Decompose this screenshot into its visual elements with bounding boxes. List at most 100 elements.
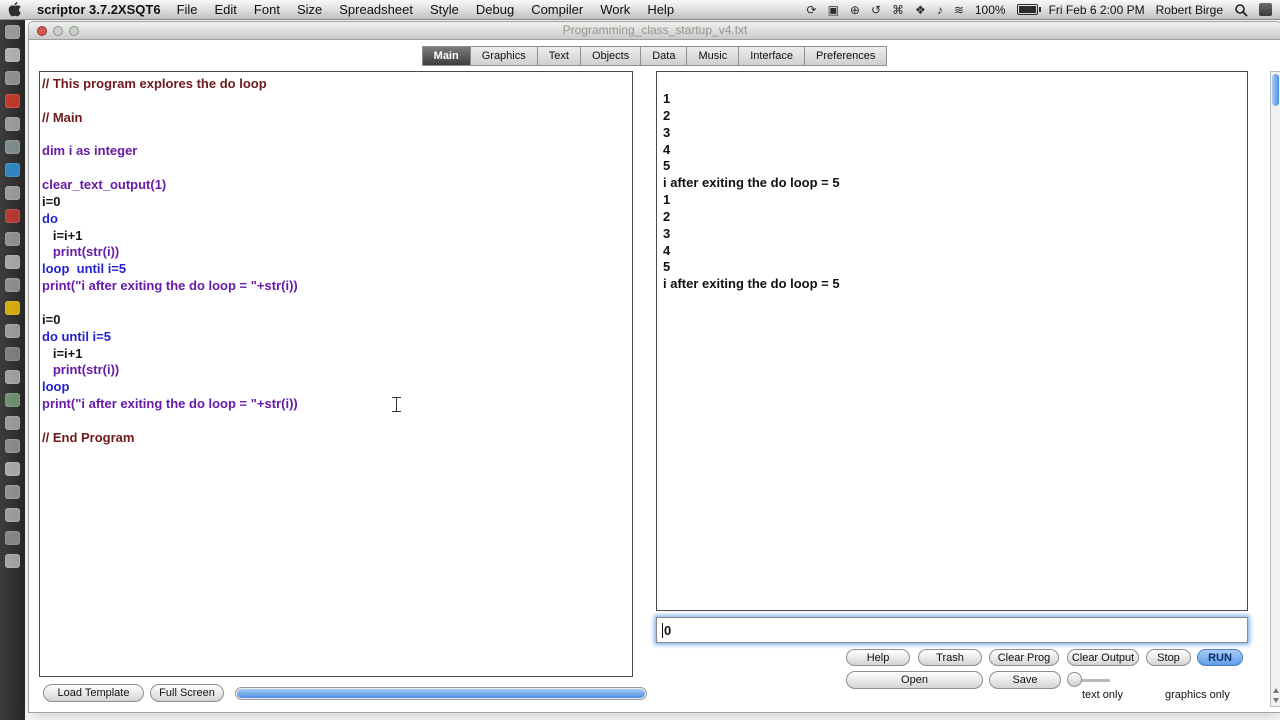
code-line: print(str(i)): [42, 244, 120, 260]
menubar-menus: File Edit Font Size Spreadsheet Style Debug Com…: [177, 2, 675, 17]
time-machine-icon[interactable]: ↺: [871, 0, 881, 20]
output-line: 2: [663, 107, 671, 123]
output-line: 2: [663, 208, 671, 224]
display-icon[interactable]: ▣: [828, 0, 839, 20]
tool-icon[interactable]: [5, 25, 20, 39]
code-editor[interactable]: // This program explores the do loop // M…: [39, 71, 633, 677]
tool-icon[interactable]: [5, 278, 20, 292]
tool-icon[interactable]: [5, 393, 20, 407]
menubar-menu[interactable]: Debug: [476, 2, 514, 17]
battery-icon[interactable]: [1016, 4, 1041, 15]
text-only-label: text only: [1082, 689, 1123, 701]
tool-icon[interactable]: [5, 554, 20, 568]
trash-button[interactable]: Trash: [918, 649, 982, 666]
tool-icon[interactable]: [5, 163, 20, 177]
close-window-button[interactable]: [37, 26, 47, 36]
apple-icon[interactable]: [8, 2, 21, 17]
help-button[interactable]: Help: [846, 649, 910, 666]
tab-graphics[interactable]: Graphics: [469, 46, 538, 66]
output-mode-slider-knob[interactable]: [1067, 672, 1082, 687]
mouse-text-cursor: [392, 397, 401, 412]
menu-bar: scriptor 3.7.2XSQT6 File Edit Font Size Spre…: [0, 0, 1280, 20]
minimize-window-button[interactable]: [53, 26, 63, 36]
tool-icon[interactable]: [5, 301, 20, 315]
clear-output-button[interactable]: Clear Output: [1067, 649, 1139, 666]
tool-icon[interactable]: [5, 347, 20, 361]
console-input[interactable]: 0: [656, 617, 1248, 643]
menubar-menu[interactable]: Compiler: [531, 2, 583, 17]
tool-icon[interactable]: [5, 232, 20, 246]
sync-icon[interactable]: ⟳: [807, 0, 817, 20]
tool-icon[interactable]: [5, 370, 20, 384]
app-menu-title[interactable]: scriptor 3.7.2XSQT6: [37, 2, 161, 17]
console-input-value: 0: [664, 622, 672, 638]
menubar-menu[interactable]: Work: [600, 2, 630, 17]
tool-icon[interactable]: [5, 140, 20, 154]
scroll-up-arrow[interactable]: [1271, 686, 1280, 695]
tab-objects[interactable]: Objects: [579, 46, 642, 66]
keyboard-icon[interactable]: ⌘: [892, 0, 904, 20]
battery-percent[interactable]: 100%: [975, 3, 1006, 17]
tool-icon[interactable]: [5, 48, 20, 62]
tool-icon[interactable]: [5, 508, 20, 522]
horizontal-scrollbar[interactable]: [235, 687, 647, 700]
open-button[interactable]: Open: [846, 671, 983, 689]
menubar-menu[interactable]: Style: [430, 2, 459, 17]
menubar-status-icons: ⟳ ▣ ⊕ ↺ ⌘ ❖ ♪ ≋: [807, 0, 964, 20]
volume-icon[interactable]: ♪: [937, 0, 943, 20]
tab-data[interactable]: Data: [640, 46, 688, 66]
app-window: Programming_class_startup_v4.txt Main Gra…: [28, 21, 1280, 713]
tab-preferences[interactable]: Preferences: [804, 46, 888, 66]
menubar-menu[interactable]: Edit: [215, 2, 237, 17]
tool-icon[interactable]: [5, 462, 20, 476]
tab-text[interactable]: Text: [536, 46, 581, 66]
tab-main[interactable]: Main: [421, 46, 471, 66]
load-template-button[interactable]: Load Template: [43, 684, 144, 702]
tab-interface[interactable]: Interface: [738, 46, 806, 66]
zoom-window-button[interactable]: [69, 26, 79, 36]
menu-extras-icon[interactable]: [1259, 3, 1272, 16]
menubar-menu[interactable]: Spreadsheet: [339, 2, 413, 17]
tool-strip: [0, 20, 25, 720]
output-line: 3: [663, 225, 671, 241]
output-line: 4: [663, 242, 671, 258]
menubar-user[interactable]: Robert Birge: [1156, 3, 1223, 17]
vertical-scrollbar-thumb[interactable]: [1272, 74, 1279, 106]
save-button[interactable]: Save: [989, 671, 1061, 689]
tool-icon[interactable]: [5, 439, 20, 453]
output-line: 5: [663, 259, 671, 275]
tool-icon[interactable]: [5, 416, 20, 430]
tool-icon[interactable]: [5, 94, 20, 108]
full-screen-button[interactable]: Full Screen: [150, 684, 224, 702]
scroll-down-arrow[interactable]: [1271, 696, 1280, 705]
network-globe-icon[interactable]: ⊕: [850, 0, 860, 20]
menubar-menu[interactable]: File: [177, 2, 198, 17]
menubar-clock[interactable]: Fri Feb 6 2:00 PM: [1049, 3, 1145, 17]
code-line: do until i=5: [42, 328, 111, 344]
tool-icon[interactable]: [5, 324, 20, 338]
code-line: // End Program: [42, 429, 135, 445]
stop-button[interactable]: Stop: [1146, 649, 1191, 666]
tool-icon[interactable]: [5, 485, 20, 499]
tool-icon[interactable]: [5, 255, 20, 269]
clear-prog-button[interactable]: Clear Prog: [989, 649, 1059, 666]
output-line: i after exiting the do loop = 5: [663, 276, 840, 292]
wifi-icon[interactable]: ≋: [954, 0, 964, 20]
tool-icon[interactable]: [5, 209, 20, 223]
menubar-menu[interactable]: Font: [254, 2, 280, 17]
spotlight-icon[interactable]: [1234, 3, 1248, 17]
tool-icon[interactable]: [5, 71, 20, 85]
window-title-bar[interactable]: Programming_class_startup_v4.txt: [29, 22, 1280, 40]
bluetooth-icon[interactable]: ❖: [915, 0, 926, 20]
tool-icon[interactable]: [5, 117, 20, 131]
tool-icon[interactable]: [5, 531, 20, 545]
tab-music[interactable]: Music: [686, 46, 740, 66]
horizontal-scrollbar-thumb[interactable]: [237, 689, 645, 698]
vertical-scrollbar[interactable]: [1270, 71, 1280, 707]
menubar-menu[interactable]: Help: [647, 2, 674, 17]
code-line: i=i+1: [42, 227, 83, 243]
tool-icon[interactable]: [5, 186, 20, 200]
menubar-menu[interactable]: Size: [297, 2, 322, 17]
run-button[interactable]: RUN: [1197, 649, 1243, 666]
